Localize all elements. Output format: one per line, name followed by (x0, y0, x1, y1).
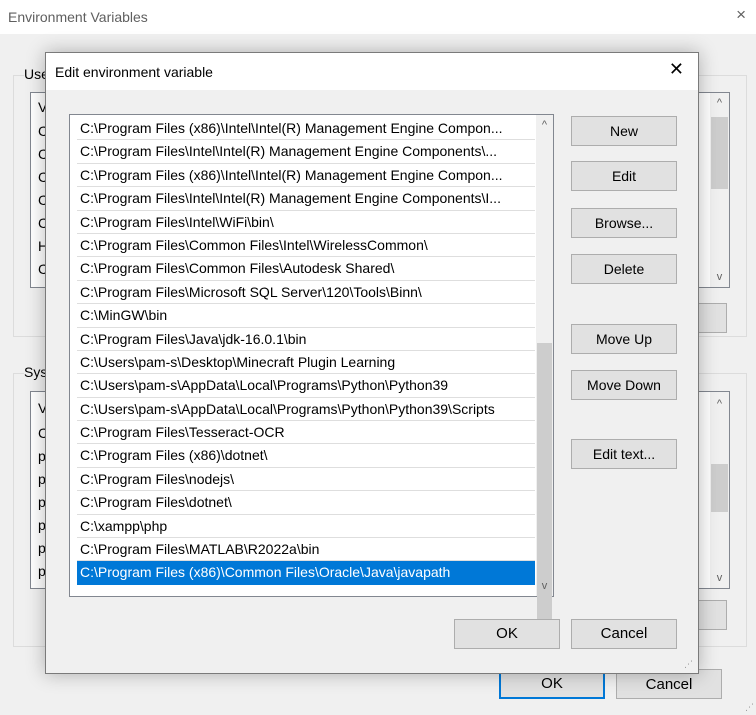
scroll-thumb[interactable] (537, 343, 552, 637)
path-entry[interactable]: C:\Program Files\Java\jdk-16.0.1\bin (77, 328, 535, 351)
path-entry[interactable]: C:\Program Files\nodejs\ (77, 468, 535, 492)
path-entry[interactable]: C:\Users\pam-s\Desktop\Minecraft Plugin … (77, 351, 535, 375)
window-title-bar: Environment Variables × (0, 0, 756, 34)
dialog-ok-button[interactable]: OK (454, 619, 560, 649)
window-title: Environment Variables (8, 9, 148, 25)
user-variables-button[interactable] (696, 303, 727, 333)
edit-button[interactable]: Edit (571, 161, 677, 191)
path-entries-list[interactable]: C:\Program Files (x86)\Intel\Intel(R) Ma… (69, 114, 554, 637)
path-entries-rows: C:\Program Files (x86)\Intel\Intel(R) Ma… (77, 117, 535, 585)
scroll-up-icon[interactable]: ^ (710, 398, 729, 410)
path-entry[interactable]: C:\xampp\php (77, 515, 535, 539)
scroll-thumb[interactable] (711, 117, 728, 189)
path-list-scrollbar[interactable]: ^ v (536, 115, 553, 637)
scroll-up-icon[interactable]: ^ (710, 97, 729, 109)
dialog-title: Edit environment variable (55, 64, 213, 80)
path-entry[interactable]: C:\Program Files\Intel\Intel(R) Manageme… (77, 187, 535, 211)
move-down-button[interactable]: Move Down (571, 370, 677, 400)
path-entry[interactable]: C:\Program Files\Common Files\Intel\Wire… (77, 234, 535, 258)
path-entry[interactable]: C:\Users\pam-s\AppData\Local\Programs\Py… (77, 398, 535, 422)
path-entry[interactable]: C:\Program Files\dotnet\ (77, 491, 535, 515)
new-button[interactable]: New (571, 116, 677, 146)
delete-button[interactable]: Delete (571, 254, 677, 284)
browse-button[interactable]: Browse... (571, 208, 677, 238)
edit-environment-variable-dialog: Edit environment variable ✕ C:\Program F… (45, 52, 699, 674)
scroll-thumb[interactable] (711, 464, 728, 512)
user-list-scrollbar[interactable]: ^ v (710, 93, 729, 287)
window-close-icon[interactable]: × (736, 5, 746, 25)
path-entry[interactable]: C:\Program Files (x86)\Intel\Intel(R) Ma… (77, 117, 535, 141)
path-entry[interactable]: C:\Program Files\Microsoft SQL Server\12… (77, 281, 535, 305)
path-entry[interactable]: C:\Users\pam-s\AppData\Local\Programs\Py… (77, 374, 535, 398)
dialog-cancel-button[interactable]: Cancel (571, 619, 677, 649)
path-entry[interactable]: C:\Program Files\MATLAB\R2022a\bin (77, 538, 535, 562)
scroll-down-icon[interactable]: v (536, 580, 553, 592)
scroll-down-icon[interactable]: v (710, 271, 729, 283)
resize-grip-icon[interactable]: ⋰ (745, 702, 754, 713)
path-entry[interactable]: C:\Program Files\Intel\WiFi\bin\ (77, 211, 535, 234)
path-entry[interactable]: C:\MinGW\bin (77, 304, 535, 328)
dialog-close-icon[interactable]: ✕ (669, 59, 684, 80)
path-entry[interactable]: C:\Program Files (x86)\Intel\Intel(R) Ma… (77, 164, 535, 188)
dialog-title-bar: Edit environment variable ✕ (46, 53, 698, 90)
edit-text-button[interactable]: Edit text... (571, 439, 677, 469)
system-variables-button[interactable] (696, 600, 727, 630)
scroll-down-icon[interactable]: v (710, 572, 729, 584)
path-entry[interactable]: C:\Program Files\Tesseract-OCR (77, 421, 535, 445)
path-entry[interactable]: C:\Program Files (x86)\dotnet\ (77, 444, 535, 468)
path-entry[interactable]: C:\Program Files\Intel\Intel(R) Manageme… (77, 140, 535, 164)
path-entry[interactable]: C:\Program Files\Common Files\Autodesk S… (77, 257, 535, 281)
system-list-scrollbar[interactable]: ^ v (710, 392, 729, 588)
scroll-up-icon[interactable]: ^ (536, 119, 553, 131)
move-up-button[interactable]: Move Up (571, 324, 677, 354)
resize-grip-icon[interactable]: ⋰ (684, 659, 693, 670)
path-entry[interactable]: C:\Program Files (x86)\Common Files\Orac… (77, 561, 535, 585)
